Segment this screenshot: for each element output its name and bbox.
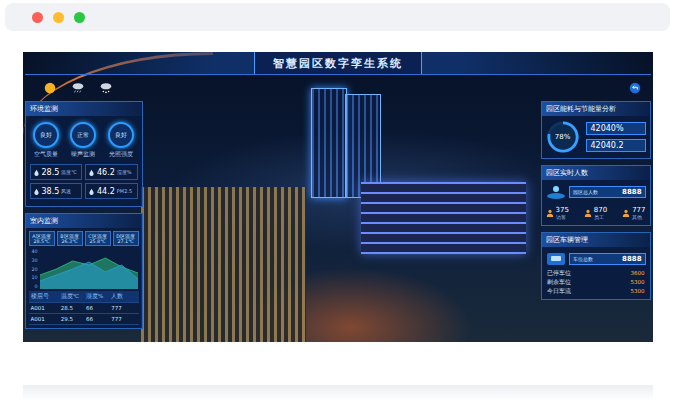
gauge: 良好空气质量 [33,122,59,158]
browser-bar [5,3,670,31]
area-chart: 403020100 [26,247,142,291]
reading-card: 38.5风速 [30,183,83,199]
gauge-ring: 良好 [108,122,134,148]
legend-tag: B区温度26.3℃ [57,231,83,246]
gauge: 正常噪声监测 [70,122,96,158]
person-icon [546,209,554,217]
reading-card: 28.5温度℃ [30,164,83,180]
top-bar [25,75,651,101]
residential-building [141,187,306,342]
legend-tag: C区温度25.8℃ [85,231,111,246]
table-row[interactable]: A00128.566777 [29,303,139,314]
total-pill: 园区总人数8888 [569,186,646,198]
panel-title: 园区能耗与节能量分析 [542,102,650,116]
sun-icon[interactable] [43,81,57,95]
series-line [40,262,138,281]
reading-card: 46.2湿度% [85,164,138,180]
table-row[interactable]: A00129.566777 [29,314,139,325]
gauge-ring: 正常 [70,122,96,148]
table-header: 楼层号温度℃湿度%人数 [29,291,139,303]
chart-plot [40,249,138,289]
reading-card: 44.2PM2.5 [85,183,138,199]
rain-cloud-icon[interactable] [71,81,85,95]
panel-title: 室内监测 [26,214,142,228]
legend-tag: A区温度28.5℃ [29,231,55,246]
weather-bar [43,81,113,95]
vehicle-row: 已停车位3600 [542,269,650,278]
dashboard-screenshot: 智慧园区数字孪生系统环境监测良好空气质量正常噪声监测良好光照强度28.5温度℃4… [23,52,653,342]
sensor-icon [33,169,40,176]
reflection-strip [23,385,653,401]
energy-ring: 78% [546,120,580,154]
page: 智慧园区数字孪生系统环境监测良好空气质量正常噪声监测良好光照强度28.5温度℃4… [0,0,675,409]
panel-title: 环境监测 [26,102,142,116]
people-stat: 777其他 [622,206,645,220]
value-pill: 42040.2 [586,139,646,152]
panel-title: 园区实时人数 [542,166,650,180]
total-pill: 车位总数8888 [569,253,646,265]
window-control-dot[interactable] [74,12,85,23]
people-stat: 870员工 [584,206,607,220]
series-area [40,258,138,289]
back-icon[interactable] [629,82,641,94]
vehicle-row: 剩余车位5300 [542,278,650,287]
indoor-table: 楼层号温度℃湿度%人数A00128.566777A00129.566777 [26,291,142,325]
window-control-dot[interactable] [32,12,43,23]
person-icon [584,209,592,217]
people-platform-icon [546,184,566,200]
vehicle-panel: 园区车辆管理车位总数8888 已停车位3600剩余车位5300今日车流5300 [541,232,651,300]
value-pill: 42040% [586,122,646,135]
window-control-dot[interactable] [53,12,64,23]
gauge: 良好光照强度 [108,122,134,158]
system-title: 智慧园区数字孪生系统 [254,52,422,74]
sensor-icon [33,188,40,195]
person-icon [622,209,630,217]
header: 智慧园区数字孪生系统 [25,52,651,75]
gauge-ring: 良好 [33,122,59,148]
environment-panel: 环境监测良好空气质量正常噪声监测良好光照强度 28.5温度℃46.2湿度%38.5… [25,101,143,207]
legend-tag: D区温度27.1℃ [113,231,139,246]
car-icon [546,251,566,267]
sensor-icon [88,188,95,195]
series-area [40,262,138,289]
vehicle-row: 今日车流5300 [542,287,650,296]
energy-panel: 园区能耗与节能量分析 78% 42040% 42040.2 [541,101,651,159]
people-panel: 园区实时人数园区总人数8888375访客 870员工 777其他 [541,165,651,226]
people-stat: 375访客 [546,206,569,220]
panel-title: 园区车辆管理 [542,233,650,247]
snow-cloud-icon[interactable] [99,81,113,95]
sensor-icon [88,169,95,176]
office-building [361,182,526,254]
indoor-panel: 室内监测 A区温度28.5℃B区温度26.3℃C区温度25.8℃D区温度27.1℃… [25,213,143,329]
tower-building [311,88,347,198]
